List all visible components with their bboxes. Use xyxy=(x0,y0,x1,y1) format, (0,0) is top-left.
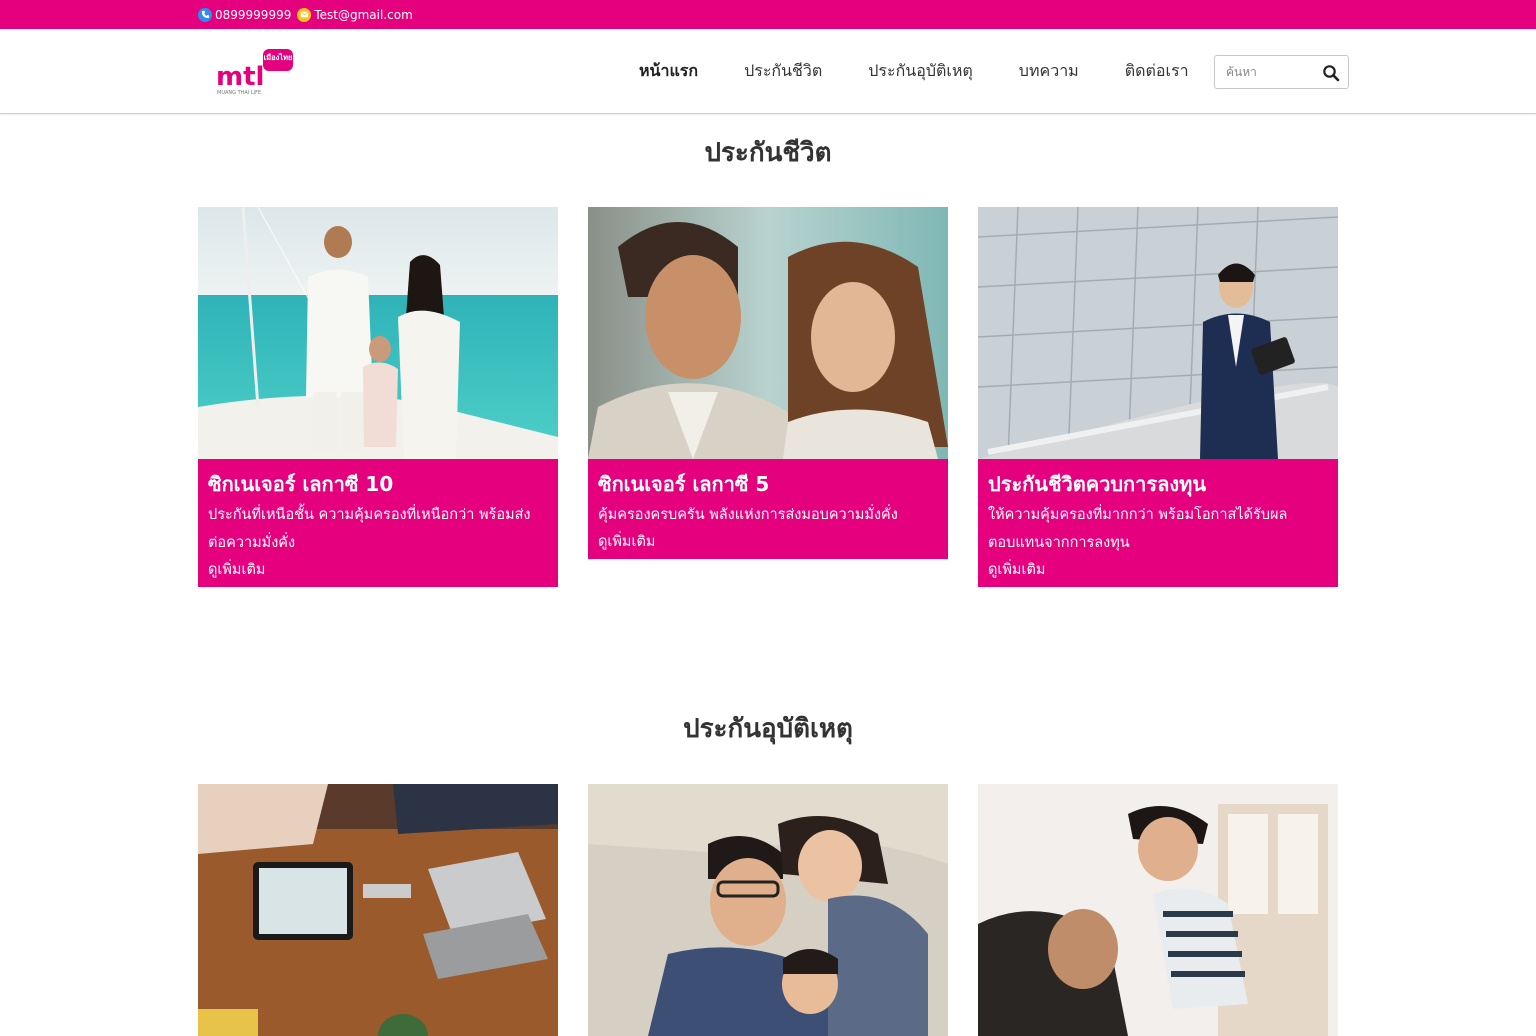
brand-logo[interactable]: เมืองไทย mtl MUANG THAI LIFE xyxy=(216,47,296,97)
nav-life-insurance[interactable]: ประกันชีวิต xyxy=(721,59,845,84)
card-body: ซิกเนเจอร์ เลกาซี 5 คุ้มครองครบครัน พลัง… xyxy=(588,459,948,559)
card-description: ให้ความคุ้มครองที่มากกว่า พร้อมโอกาสได้ร… xyxy=(988,507,1288,551)
product-card[interactable] xyxy=(588,784,948,1036)
section-title-life: ประกันชีวิต xyxy=(704,138,832,168)
contact-email[interactable]: Test@gmail.com xyxy=(297,7,413,22)
card-image-family-yacht xyxy=(198,207,558,459)
search-icon[interactable] xyxy=(1322,64,1340,82)
card-description: คุ้มครองครบครัน พลังแห่งการส่งมอบความมั่… xyxy=(598,507,898,523)
product-card[interactable]: ซิกเนเจอร์ เลกาซี 10 ประกันที่เหนือชั้น … xyxy=(198,207,558,587)
product-card[interactable]: ซิกเนเจอร์ เลกาซี 5 คุ้มครองครบครัน พลัง… xyxy=(588,207,948,559)
contact-phone[interactable]: 0899999999 xyxy=(198,7,292,22)
mail-icon xyxy=(297,7,312,22)
logo-subtext: MUANG THAI LIFE xyxy=(217,90,261,96)
email-address: Test@gmail.com xyxy=(314,7,413,22)
card-image-father-son xyxy=(978,784,1338,1036)
card-title: ประกันชีวิตควบการลงทุน xyxy=(988,472,1207,496)
nav-contact[interactable]: ติดต่อเรา xyxy=(1102,59,1212,84)
card-image-businessman xyxy=(978,207,1338,459)
card-read-more-link[interactable]: ดูเพิ่มเติม xyxy=(598,529,938,555)
product-card[interactable] xyxy=(978,784,1338,1036)
card-image-family-lying xyxy=(588,784,948,1036)
card-title: ซิกเนเจอร์ เลกาซี 5 xyxy=(598,472,770,496)
card-image-desk-laptop xyxy=(198,784,558,1036)
card-body: ซิกเนเจอร์ เลกาซี 10 ประกันที่เหนือชั้น … xyxy=(198,459,558,587)
top-contact-bar: 0899999999 Test@gmail.com xyxy=(0,0,1536,29)
product-card[interactable] xyxy=(198,784,558,1036)
card-image-couple xyxy=(588,207,948,459)
nav-home[interactable]: หน้าแรก xyxy=(616,59,721,84)
product-card[interactable]: ประกันชีวิตควบการลงทุน ให้ความคุ้มครองที… xyxy=(978,207,1338,587)
main-header: เมืองไทย mtl MUANG THAI LIFE หน้าแรก ประ… xyxy=(0,29,1536,114)
card-title: ซิกเนเจอร์ เลกาซี 10 xyxy=(208,472,394,496)
card-body: ประกันชีวิตควบการลงทุน ให้ความคุ้มครองที… xyxy=(978,459,1338,587)
logo-text: mtl xyxy=(216,62,264,92)
logo-badge: เมืองไทย xyxy=(264,52,293,62)
search-box xyxy=(1214,55,1349,89)
phone-icon xyxy=(198,7,212,22)
main-nav: หน้าแรก ประกันชีวิต ประกันอุบัติเหตุ บทค… xyxy=(616,29,1212,114)
section-title-accident: ประกันอุบัติเหตุ xyxy=(683,714,853,744)
search-input[interactable] xyxy=(1215,57,1315,87)
card-read-more-link[interactable]: ดูเพิ่มเติม xyxy=(988,557,1328,583)
phone-number: 0899999999 xyxy=(215,7,292,22)
nav-accident-insurance[interactable]: ประกันอุบัติเหตุ xyxy=(845,59,996,84)
card-read-more-link[interactable]: ดูเพิ่มเติม xyxy=(208,557,548,583)
card-description: ประกันที่เหนือชั้น ความคุ้มครองที่เหนือก… xyxy=(208,507,531,551)
nav-articles[interactable]: บทความ xyxy=(996,59,1102,84)
